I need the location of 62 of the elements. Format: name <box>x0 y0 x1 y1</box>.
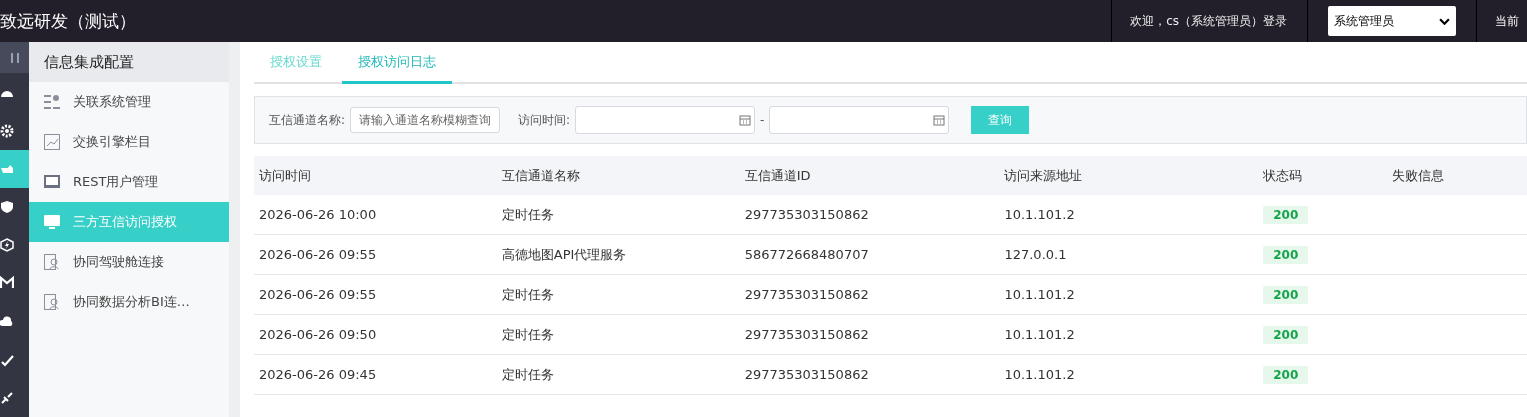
table-cell: 2026-06-26 09:55 <box>259 247 377 262</box>
user-search-icon <box>43 293 61 311</box>
bolt-icon <box>0 238 14 253</box>
table-cell: 10.1.101.2 <box>1004 287 1075 302</box>
access-time-label: 访问时间: <box>518 111 571 129</box>
status-code: 200 <box>1263 325 1309 344</box>
status-code: 200 <box>1263 205 1309 224</box>
status-code: 200 <box>1263 245 1309 264</box>
sidebar-item[interactable]: 关联系统管理 <box>29 82 229 122</box>
shield-icon <box>0 200 14 215</box>
collapse-button[interactable] <box>0 42 29 74</box>
channel-name-field[interactable]: 请输入通道名称模糊查询 <box>350 107 501 133</box>
column-header: 访问时间 <box>258 166 312 185</box>
table-cell: 297735303150862 <box>744 287 869 302</box>
cloud-icon <box>0 314 14 329</box>
column-header: 失败信息 <box>1391 166 1446 185</box>
current-text: 当前 <box>1494 12 1520 30</box>
screen-icon <box>43 173 61 191</box>
column-header: 访问来源地址 <box>1003 166 1084 185</box>
gear-icon <box>0 123 14 138</box>
sidebar-item[interactable]: REST用户管理 <box>29 162 229 202</box>
user-search-icon <box>43 253 61 271</box>
monitor-icon <box>43 213 61 231</box>
range-separator: - <box>760 113 765 127</box>
column-header: 互信通道ID <box>743 166 812 185</box>
table-cell: 2026-06-26 10:00 <box>259 207 377 222</box>
list-icon <box>43 93 61 111</box>
calendar-icon <box>933 114 946 126</box>
end-date-field[interactable] <box>769 106 950 134</box>
table-cell: 586772668480707 <box>744 247 869 262</box>
table-cell: 2026-06-26 09:55 <box>259 287 377 302</box>
table-cell: 297735303150862 <box>744 327 869 342</box>
table-cell: 10.1.101.2 <box>1004 327 1075 342</box>
table-cell: 10.1.101.2 <box>1004 367 1075 382</box>
mail-icon <box>0 276 14 291</box>
column-header: 互信通道名称 <box>500 166 581 185</box>
sidebar-title: 信息集成配置 <box>29 42 229 82</box>
sidebar-item[interactable]: 协同数据分析BI连… <box>29 282 229 322</box>
app-title: 致远研发（测试） <box>0 9 137 33</box>
status-code: 200 <box>1263 285 1309 304</box>
table-cell: 定时任务 <box>501 206 554 222</box>
sidebar-item[interactable]: 交换引擎栏目 <box>29 122 229 162</box>
sidebar-item[interactable]: 协同驾驶舱连接 <box>29 242 229 282</box>
table-cell: 定时任务 <box>501 366 554 382</box>
welcome-text: 欢迎，cs（系统管理员）登录 <box>1129 12 1288 30</box>
chart-icon <box>43 133 61 151</box>
table-cell: 10.1.101.2 <box>1004 207 1075 222</box>
table-cell: 定时任务 <box>501 326 554 342</box>
table-cell: 127.0.0.1 <box>1004 247 1067 262</box>
table-cell: 297735303150862 <box>744 207 869 222</box>
status-code: 200 <box>1263 365 1309 384</box>
column-header: 状态码 <box>1262 166 1304 185</box>
table-cell: 2026-06-26 09:45 <box>259 367 377 382</box>
role-select[interactable]: 系统管理员 <box>1328 6 1456 36</box>
start-date-field[interactable] <box>575 106 756 134</box>
table-cell: 高德地图API代理服务 <box>501 246 627 262</box>
table-cell: 297735303150862 <box>744 367 869 382</box>
table-cell: 定时任务 <box>501 286 554 302</box>
channel-name-label: 互信通道名称: <box>269 111 346 129</box>
calendar-icon <box>739 114 752 126</box>
table-cell: 2026-06-26 09:50 <box>259 327 377 342</box>
chevron-down-icon <box>1439 17 1450 25</box>
